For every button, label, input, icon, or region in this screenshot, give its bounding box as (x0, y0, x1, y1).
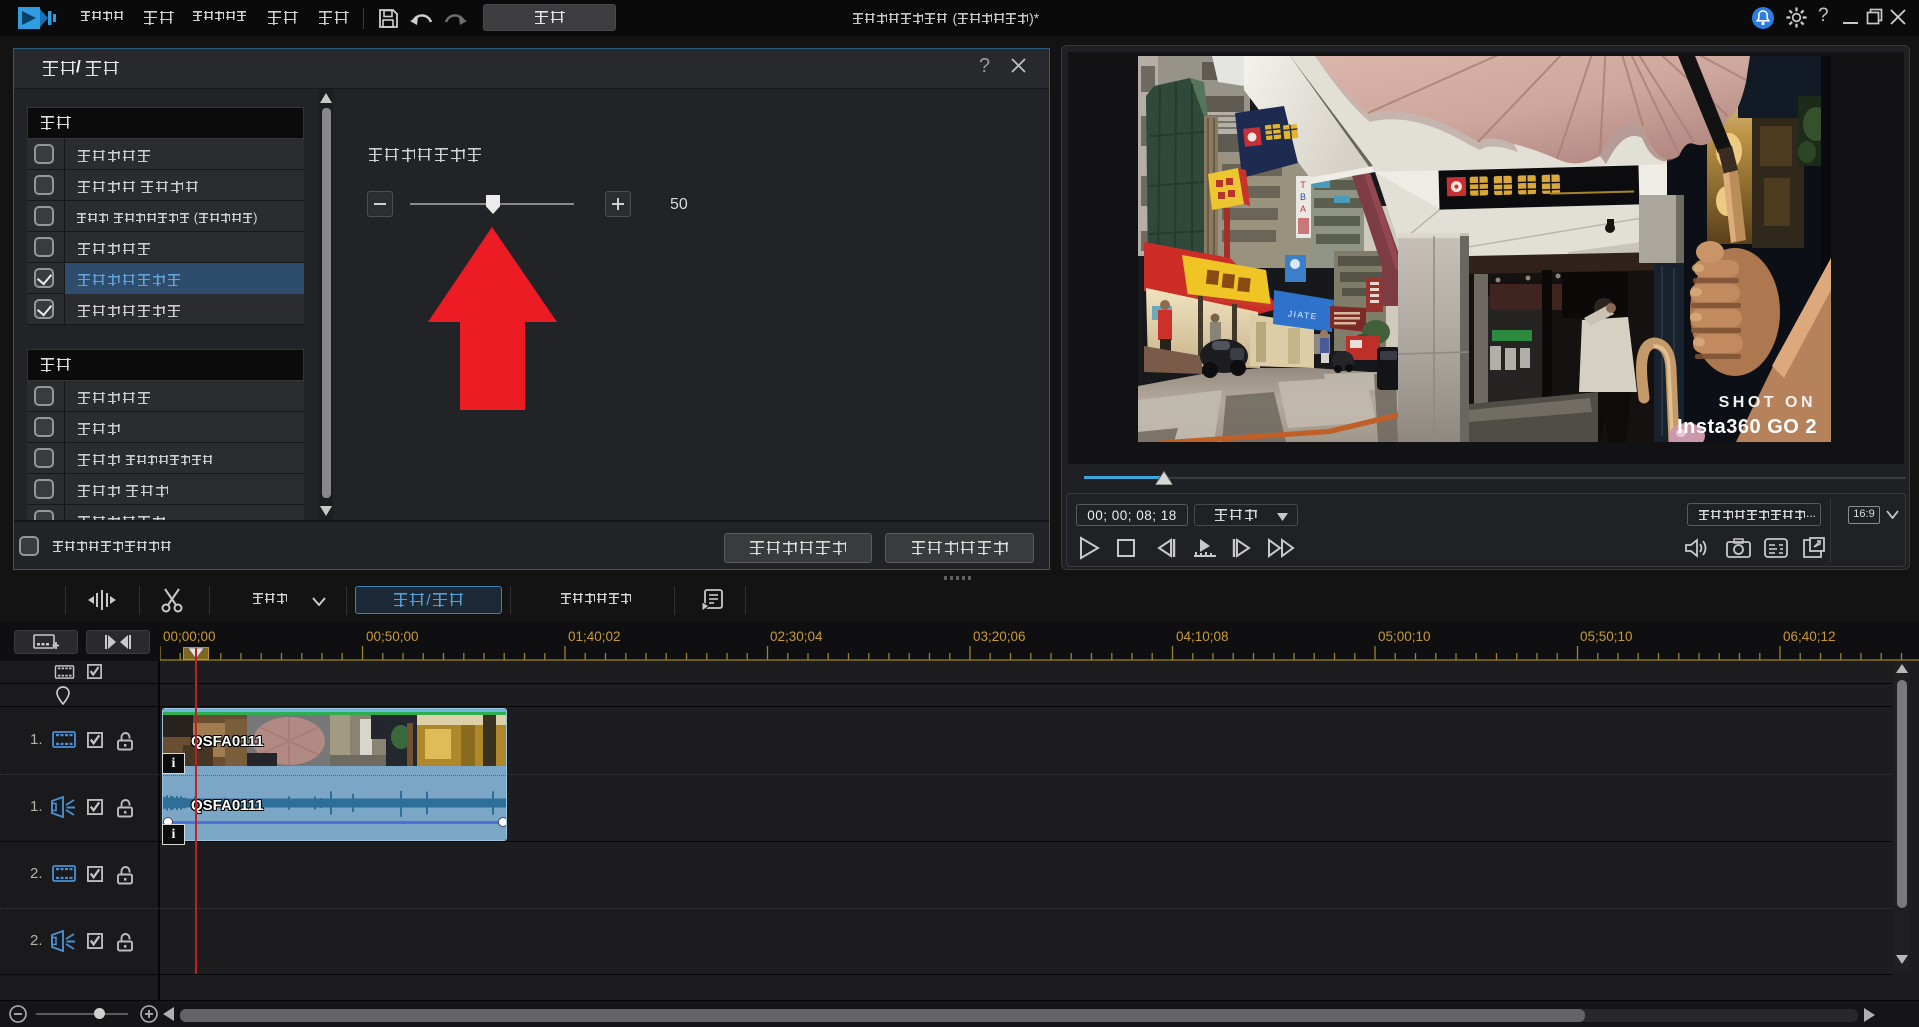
svg-text:Insta360 GO 2: Insta360 GO 2 (1677, 416, 1817, 438)
svg-text:T: T (1300, 180, 1306, 190)
svg-text:SHOT ON: SHOT ON (1719, 394, 1816, 411)
svg-text:A: A (1300, 204, 1306, 214)
svg-text:B: B (1300, 192, 1306, 202)
